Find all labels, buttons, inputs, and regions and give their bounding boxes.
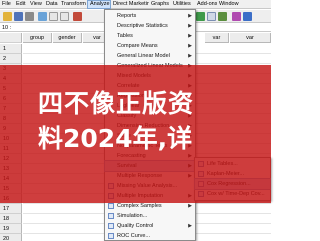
menu-item-label: Compare Means: [117, 43, 158, 49]
menu-item-compare-means[interactable]: Compare Means ▶: [105, 41, 195, 51]
open-folder-icon[interactable]: [3, 12, 12, 21]
menu-item-descriptive-statistics[interactable]: Descriptive Statistics ▶: [105, 21, 195, 31]
redo-icon[interactable]: [60, 12, 69, 21]
row-number[interactable]: 20: [0, 234, 22, 241]
menu-file[interactable]: File: [0, 0, 14, 9]
menu-direct-marketing[interactable]: Direct Marketing: [111, 0, 149, 9]
menu-item-label: Simulation...: [117, 213, 148, 219]
menu-transform[interactable]: Transform: [59, 0, 87, 9]
value-labels-icon[interactable]: [196, 12, 205, 21]
menu-utilities[interactable]: Utilities: [171, 0, 195, 9]
menu-item-general-linear-model[interactable]: General Linear Model ▶: [105, 51, 195, 61]
menu-item-reports[interactable]: Reports ▶: [105, 11, 195, 21]
menu-item-label: General Linear Model: [117, 53, 170, 59]
row-number[interactable]: 18: [0, 214, 22, 224]
submenu-arrow-icon: ▶: [188, 23, 192, 29]
menu-bar: File Edit View Data Transform Analyze Direct M…: [0, 0, 271, 9]
menu-item-label: ROC Curve...: [117, 233, 151, 239]
menu-item-tables[interactable]: Tables ▶: [105, 31, 195, 41]
column-header-group[interactable]: group: [23, 33, 52, 43]
menu-add-ons[interactable]: Add-ons: [195, 0, 217, 9]
watermark-text-line1: 四不像正版资: [38, 89, 195, 118]
recall-dialog-icon[interactable]: [38, 12, 47, 21]
column-header-var[interactable]: var: [230, 33, 271, 43]
submenu-arrow-icon: ▶: [188, 53, 192, 59]
cell-reference: 10 :: [2, 25, 12, 31]
row-number[interactable]: 1: [0, 44, 22, 54]
find-icon[interactable]: [243, 12, 252, 21]
abc-icon[interactable]: [232, 12, 241, 21]
menu-item-label: Reports: [117, 13, 137, 19]
row-number[interactable]: 17: [0, 204, 22, 214]
submenu-arrow-icon: ▶: [188, 43, 192, 49]
menu-item-icon: [108, 223, 114, 229]
menu-item-simulation[interactable]: Simulation...: [105, 211, 195, 221]
menu-item-label: Tables: [117, 33, 133, 39]
menu-item-roc-curve[interactable]: ROC Curve...: [105, 231, 195, 241]
column-header-gender[interactable]: gender: [53, 33, 82, 43]
use-variable-sets-icon[interactable]: [207, 12, 216, 21]
menu-item-label: Complex Samples: [117, 203, 162, 209]
menu-analyze[interactable]: Analyze: [87, 0, 111, 9]
menu-graphs[interactable]: Graphs: [149, 0, 171, 9]
undo-icon[interactable]: [49, 12, 58, 21]
menu-edit[interactable]: Edit: [14, 0, 28, 9]
menu-item-label: Descriptive Statistics: [117, 23, 168, 29]
menu-item-icon: [108, 203, 114, 209]
print-icon[interactable]: [25, 12, 34, 21]
submenu-arrow-icon: ▶: [188, 223, 192, 229]
submenu-arrow-icon: ▶: [188, 33, 192, 39]
row-number[interactable]: 2: [0, 54, 22, 64]
menu-item-icon: [108, 233, 114, 239]
save-icon[interactable]: [14, 12, 23, 21]
menu-data[interactable]: Data: [44, 0, 59, 9]
menu-window[interactable]: Window: [217, 0, 239, 9]
grid-corner: [0, 33, 22, 43]
watermark-text-line2: 料2024年,详: [38, 124, 193, 153]
column-header-var[interactable]: var: [205, 33, 229, 43]
goto-case-icon[interactable]: [73, 12, 82, 21]
submenu-arrow-icon: ▶: [188, 13, 192, 19]
row-number[interactable]: 19: [0, 224, 22, 234]
spelling-icon[interactable]: [218, 12, 227, 21]
menu-view[interactable]: View: [28, 0, 44, 9]
menu-item-quality-control[interactable]: Quality Control ▶: [105, 221, 195, 231]
menu-item-icon: [108, 213, 114, 219]
menu-item-label: Quality Control: [117, 223, 154, 229]
